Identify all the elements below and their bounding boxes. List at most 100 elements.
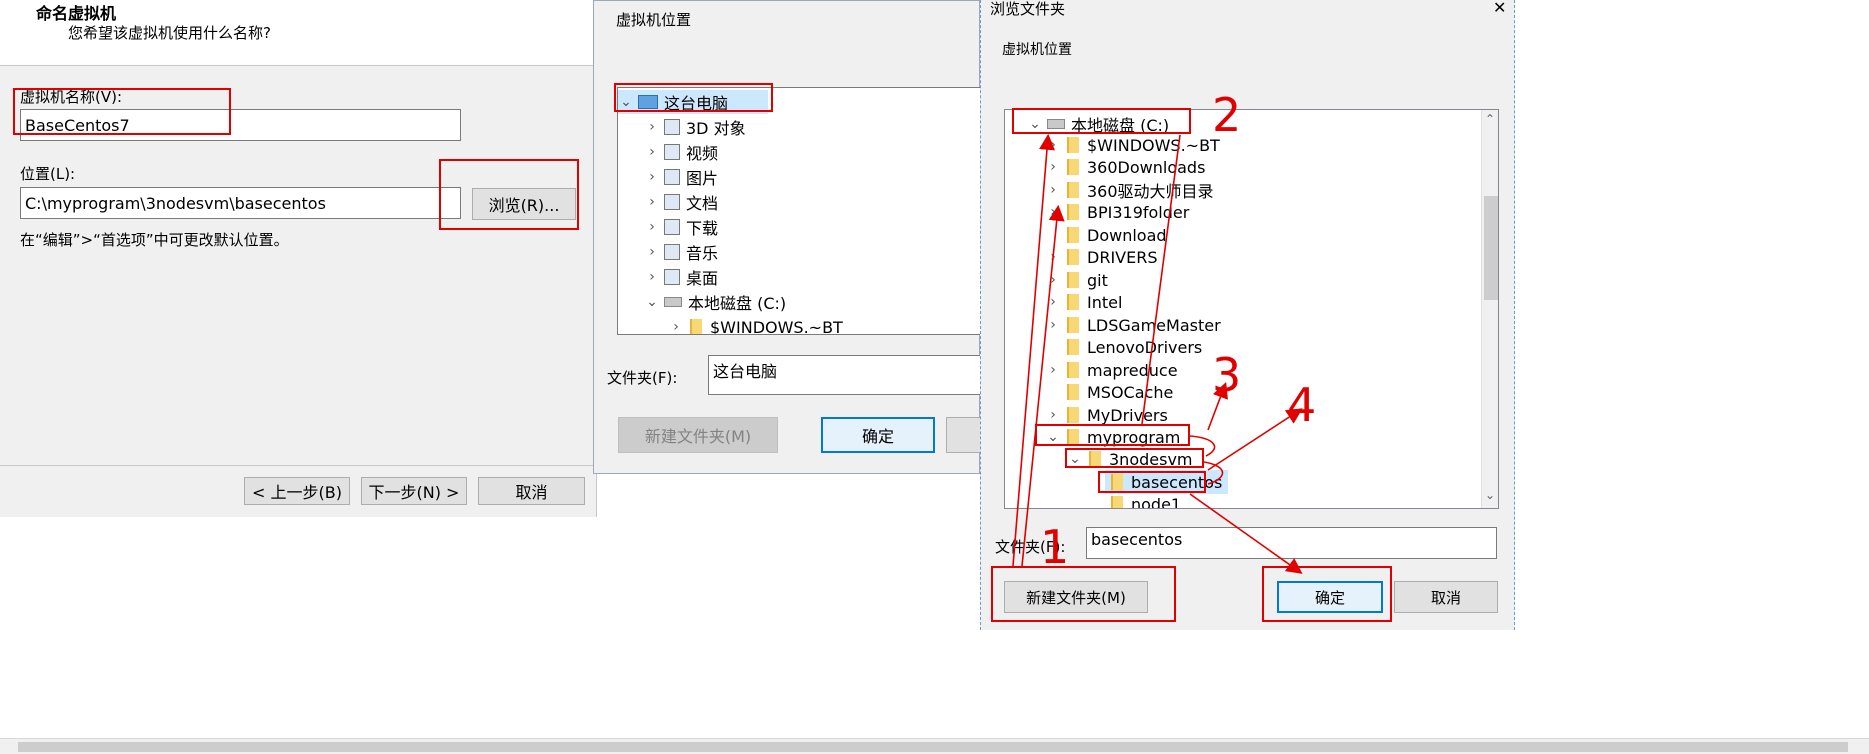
chevron-right-icon[interactable]: ›: [1045, 294, 1061, 310]
tree-item-download[interactable]: Download: [1061, 223, 1167, 247]
tree-item-360downloads[interactable]: › 360Downloads: [1045, 155, 1205, 179]
chevron-right-icon[interactable]: ›: [1045, 159, 1061, 175]
folder-icon: [1067, 362, 1079, 378]
tree-item-label: 下载: [686, 219, 719, 238]
tree-item-pictures[interactable]: › 图片: [644, 165, 718, 189]
dialog2-cancel-button[interactable]: 取消: [1394, 581, 1498, 613]
tree-item-label: BPI319folder: [1087, 202, 1190, 222]
tree-item-documents[interactable]: › 文档: [644, 190, 718, 214]
chevron-right-icon[interactable]: ›: [644, 119, 660, 135]
tree-item-ldsgamemaster[interactable]: › LDSGameMaster: [1045, 313, 1220, 337]
download-icon: [664, 219, 680, 235]
chevron-right-icon[interactable]: ›: [644, 194, 660, 210]
tree-item-label: MSOCache: [1087, 382, 1174, 402]
folder-icon: [690, 319, 702, 334]
folder-icon: [1067, 317, 1079, 333]
tree-item-desktop[interactable]: › 桌面: [644, 265, 718, 289]
dialog1-new-folder-button[interactable]: 新建文件夹(M): [618, 417, 778, 453]
tree-item-label: LenovoDrivers: [1087, 337, 1203, 357]
tree-item-360-driver[interactable]: › 360驱动大师目录: [1045, 178, 1214, 202]
chevron-right-icon[interactable]: ›: [644, 244, 660, 260]
annotation-box-browse: [439, 159, 579, 230]
music-icon: [664, 244, 680, 260]
wizard-title: 命名虚拟机: [36, 4, 117, 23]
tree-item-label: git: [1087, 270, 1108, 290]
tree-item-label: 文档: [686, 194, 719, 213]
tree-scrollbar[interactable]: ⌃ ⌄: [1481, 110, 1498, 508]
folder-icon: [1067, 182, 1079, 198]
chevron-right-icon[interactable]: ›: [1045, 137, 1061, 153]
desktop-icon: [664, 269, 680, 285]
tree-item-windows-bt[interactable]: › $WINDOWS.~BT: [1045, 133, 1220, 157]
scroll-down-icon[interactable]: ⌄: [1485, 488, 1495, 502]
annotation-number-2: 2: [1212, 88, 1242, 142]
chevron-right-icon[interactable]: ›: [1045, 204, 1061, 220]
tree-item-downloads[interactable]: › 下载: [644, 215, 718, 239]
page-horizontal-scrollbar[interactable]: [0, 738, 1869, 754]
scroll-thumb[interactable]: [1484, 196, 1498, 300]
page-scroll-thumb[interactable]: [18, 742, 1848, 752]
chevron-right-icon[interactable]: ›: [668, 319, 684, 334]
annotation-box-3nodesvm: [1065, 448, 1204, 468]
tree-item-mapreduce[interactable]: › mapreduce: [1045, 358, 1177, 382]
wizard-header: 命名虚拟机 您希望该虚拟机使用什么名称?: [0, 0, 597, 66]
3d-objects-icon: [664, 119, 680, 135]
tree-item-drivers[interactable]: › DRIVERS: [1045, 245, 1157, 269]
location-input[interactable]: C:\myprogram\3nodesvm\basecentos: [20, 187, 461, 219]
chevron-right-icon[interactable]: ›: [644, 219, 660, 235]
next-button[interactable]: 下一步(N) >: [361, 477, 467, 505]
dialog2-header: 虚拟机位置: [1002, 42, 1072, 58]
video-icon: [664, 144, 680, 160]
tree-item-lenovodrivers[interactable]: LenovoDrivers: [1061, 335, 1202, 359]
tree-item-3d-objects[interactable]: › 3D 对象: [644, 115, 746, 139]
drive-icon: [664, 297, 682, 307]
chevron-down-icon[interactable]: ⌄: [644, 294, 660, 310]
scroll-up-icon[interactable]: ⌃: [1485, 112, 1495, 126]
dialog1-folder-label: 文件夹(F):: [607, 369, 678, 387]
tree-item-music[interactable]: › 音乐: [644, 240, 718, 264]
tree-item-label: $WINDOWS.~BT: [1087, 135, 1220, 155]
tree-item-local-disk[interactable]: ⌄ 本地磁盘 (C:): [644, 290, 786, 314]
tree-item-msocache[interactable]: MSOCache: [1061, 380, 1173, 404]
dialog2-folder-input[interactable]: basecentos: [1086, 527, 1497, 559]
folder-icon: [1067, 227, 1079, 243]
tree-item-label: 3D 对象: [686, 119, 746, 138]
cancel-button[interactable]: 取消: [478, 477, 585, 505]
chevron-right-icon[interactable]: ›: [1045, 362, 1061, 378]
chevron-right-icon[interactable]: ›: [1045, 317, 1061, 333]
tree-item-windows-bt[interactable]: › $WINDOWS.~BT: [668, 315, 843, 334]
folder-icon: [1067, 407, 1079, 423]
chevron-right-icon[interactable]: ›: [1045, 272, 1061, 288]
folder-icon: [1067, 249, 1079, 265]
annotation-number-4: 4: [1287, 378, 1317, 432]
folder-icon: [1067, 204, 1079, 220]
annotation-box-new-folder: [991, 566, 1176, 622]
dialog2-folder-value: basecentos: [1091, 530, 1183, 549]
chevron-right-icon[interactable]: ›: [1045, 407, 1061, 423]
tree-item-node1[interactable]: node1: [1105, 492, 1181, 508]
tree-item-label: Intel: [1087, 292, 1123, 312]
annotation-box-local-disk: [1012, 108, 1191, 134]
chevron-right-icon[interactable]: ›: [1045, 249, 1061, 265]
tree-item-bpi319folder[interactable]: › BPI319folder: [1045, 200, 1189, 224]
tree-item-video[interactable]: › 视频: [644, 140, 718, 164]
chevron-right-icon[interactable]: ›: [644, 169, 660, 185]
tree-item-intel[interactable]: › Intel: [1045, 290, 1122, 314]
folder-icon: [1067, 159, 1079, 175]
back-button[interactable]: < 上一步(B): [244, 477, 350, 505]
annotation-box-vm-name: [13, 88, 231, 135]
close-icon[interactable]: ✕: [1493, 0, 1506, 17]
tree-item-label: 360驱动大师目录: [1087, 182, 1214, 201]
dialog1-ok-button[interactable]: 确定: [821, 417, 935, 453]
tree-item-label: 视频: [686, 144, 719, 163]
chevron-right-icon[interactable]: ›: [644, 144, 660, 160]
dialog1-folder-input[interactable]: 这台电脑: [708, 355, 981, 395]
documents-icon: [664, 194, 680, 210]
tree-item-label: DRIVERS: [1087, 247, 1158, 267]
chevron-right-icon[interactable]: ›: [1045, 182, 1061, 198]
dialog1-cancel-button[interactable]: [946, 417, 981, 453]
location-hint: 在“编辑”>“首选项”中可更改默认位置。: [20, 231, 289, 249]
chevron-right-icon[interactable]: ›: [644, 269, 660, 285]
tree-item-git[interactable]: › git: [1045, 268, 1108, 292]
location-label: 位置(L):: [20, 165, 76, 183]
